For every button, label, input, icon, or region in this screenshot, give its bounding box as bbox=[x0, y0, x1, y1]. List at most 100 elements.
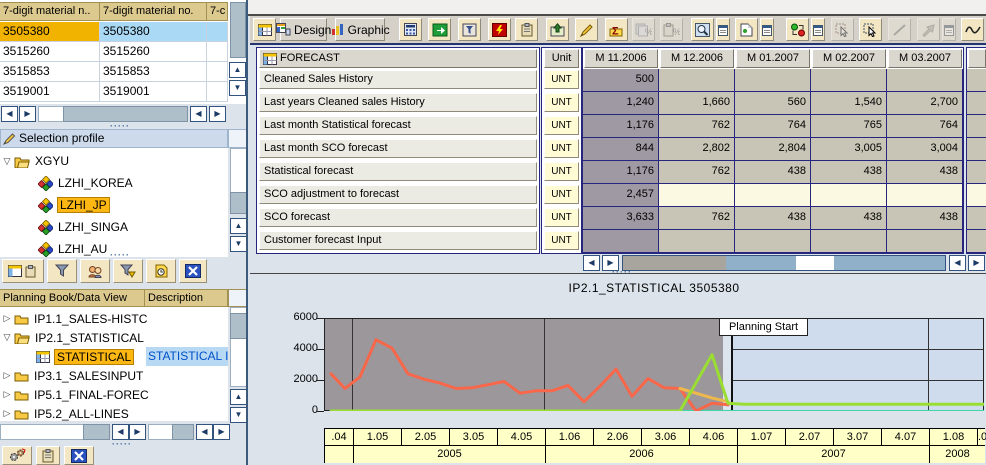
tree-node-selection[interactable]: LZHI_KOREA bbox=[0, 172, 228, 194]
grid-corner-header[interactable]: FORECAST bbox=[259, 49, 537, 68]
zoom-menu-icon[interactable] bbox=[716, 18, 730, 41]
material-vscroll-thumb[interactable] bbox=[230, 2, 246, 58]
grid-month-header[interactable]: M 02.2007 bbox=[812, 49, 886, 68]
grid-row-label[interactable]: Last years Cleaned sales History bbox=[259, 93, 537, 112]
material-cell[interactable] bbox=[207, 82, 228, 102]
grid-month-header[interactable]: M 11.2006 bbox=[584, 49, 658, 68]
grid-unit-cell[interactable]: UNT bbox=[544, 70, 579, 89]
grid-data-cell[interactable] bbox=[887, 230, 963, 253]
scroll-down-icon[interactable]: ▼ bbox=[229, 80, 246, 96]
grid-data-cell[interactable] bbox=[659, 230, 735, 253]
grid-data-cell[interactable] bbox=[967, 138, 986, 161]
grid-month-header[interactable]: M 03.2007 bbox=[888, 49, 962, 68]
grid-data-cell[interactable] bbox=[967, 230, 986, 253]
grid-row-label[interactable]: Cleaned Sales History bbox=[259, 70, 537, 89]
material-cell[interactable]: 3515260 bbox=[100, 42, 207, 62]
grid-data-cell[interactable] bbox=[583, 230, 659, 253]
grid-unit-header[interactable]: Unit bbox=[544, 49, 579, 68]
clipboard-button[interactable] bbox=[36, 446, 60, 465]
grid-unit-cell[interactable]: UNT bbox=[544, 208, 579, 227]
material-cell[interactable]: 3515853 bbox=[0, 62, 100, 82]
chevron-expanded-icon[interactable]: ▽ bbox=[0, 332, 14, 343]
grid-month-header[interactable]: M 12.2006 bbox=[660, 49, 734, 68]
refresh-icon[interactable] bbox=[488, 18, 511, 41]
scroll-right-icon[interactable]: ▶ bbox=[19, 106, 36, 122]
settings-button[interactable] bbox=[2, 446, 32, 465]
grid-data-cell[interactable] bbox=[887, 184, 963, 207]
scroll-down-icon[interactable]: ▼ bbox=[230, 407, 247, 423]
zoom-icon[interactable] bbox=[691, 18, 714, 41]
curve-icon[interactable] bbox=[961, 18, 984, 41]
clipboard-icon[interactable] bbox=[515, 18, 538, 41]
material-cell[interactable]: 3515853 bbox=[100, 62, 207, 82]
grid-data-cell[interactable] bbox=[967, 184, 986, 207]
grid-unit-cell[interactable]: UNT bbox=[544, 116, 579, 135]
grid-data-cell[interactable] bbox=[811, 230, 887, 253]
grid-data-cell[interactable] bbox=[967, 115, 986, 138]
tree-node-book[interactable]: ▷IP3.1_SALESINPUT bbox=[0, 366, 228, 385]
planning-vscroll-thumb[interactable] bbox=[230, 313, 247, 339]
open-icon[interactable] bbox=[253, 18, 276, 41]
chevron-expanded-icon[interactable]: ▽ bbox=[0, 156, 14, 167]
scroll-left-icon[interactable]: ◀ bbox=[196, 424, 213, 440]
select-icon[interactable] bbox=[859, 18, 882, 41]
tree-node-selection[interactable]: LZHI_SINGA bbox=[0, 216, 228, 238]
grid-month-header[interactable]: M 01.2007 bbox=[736, 49, 810, 68]
material-cell[interactable] bbox=[207, 22, 228, 42]
dataview-description-cell[interactable]: STATISTICAL I bbox=[146, 347, 228, 366]
users-button[interactable] bbox=[80, 259, 110, 283]
tree-node-book[interactable]: ▽IP2.1_STATISTICAL bbox=[0, 328, 228, 347]
grid-data-cell[interactable]: 764 bbox=[735, 115, 811, 138]
grid-data-cell[interactable]: 1,240 bbox=[583, 92, 659, 115]
material-hscroll-thumb[interactable] bbox=[63, 106, 188, 122]
export-icon[interactable] bbox=[428, 18, 451, 41]
grid-data-cell[interactable]: 438 bbox=[887, 161, 963, 184]
grid-data-cell[interactable]: 3,004 bbox=[887, 138, 963, 161]
material-column-header[interactable]: 7-digit material n.. bbox=[0, 2, 100, 21]
grid-data-cell[interactable]: 438 bbox=[811, 207, 887, 230]
tree-node-selection[interactable]: LZHI_JP bbox=[0, 194, 228, 216]
tree-node-book[interactable]: ▷IP5.1_FINAL-FOREC bbox=[0, 385, 228, 404]
grid-data-cell[interactable]: 1,660 bbox=[659, 92, 735, 115]
grid-data-cell[interactable]: 2,804 bbox=[735, 138, 811, 161]
chevron-collapsed-icon[interactable]: ▷ bbox=[0, 313, 14, 324]
scroll-right-icon[interactable]: ▶ bbox=[968, 255, 985, 271]
grid-data-cell[interactable]: 1,176 bbox=[583, 115, 659, 138]
grid-row-label[interactable]: SCO forecast bbox=[259, 208, 537, 227]
material-cell[interactable]: 3505380 bbox=[0, 22, 100, 42]
grid-data-cell[interactable] bbox=[735, 230, 811, 253]
planning-hscroll-thumb[interactable] bbox=[83, 424, 110, 440]
grid-unit-cell[interactable]: UNT bbox=[544, 139, 579, 158]
scroll-left-icon[interactable]: ◀ bbox=[1, 106, 18, 122]
document-icon[interactable] bbox=[735, 18, 758, 41]
material-cell[interactable] bbox=[207, 42, 228, 62]
note-icon[interactable] bbox=[575, 18, 598, 41]
scroll-right-icon[interactable]: ▶ bbox=[129, 424, 146, 440]
grid-data-cell[interactable] bbox=[735, 69, 811, 92]
tree-node-book[interactable]: ▷IP1.1_SALES-HISTC bbox=[0, 309, 228, 328]
grid-data-cell[interactable]: 438 bbox=[735, 207, 811, 230]
table-view-button[interactable] bbox=[2, 259, 44, 283]
grid-unit-cell[interactable]: UNT bbox=[544, 185, 579, 204]
grid-hscrollbar[interactable]: ◀▶◀▶ bbox=[583, 255, 986, 271]
grid-data-cell[interactable]: 438 bbox=[735, 161, 811, 184]
calculator-icon[interactable] bbox=[399, 18, 422, 41]
scroll-left-icon[interactable]: ◀ bbox=[190, 106, 207, 122]
toggle-icon[interactable] bbox=[786, 18, 809, 41]
scroll-up-icon[interactable]: ▲ bbox=[230, 389, 247, 405]
grid-data-cell[interactable]: 560 bbox=[735, 92, 811, 115]
material-cell[interactable]: 3515260 bbox=[0, 42, 100, 62]
material-cell[interactable]: 3519001 bbox=[100, 82, 207, 102]
scroll-left-icon[interactable]: ◀ bbox=[112, 424, 129, 440]
description-hscroll-thumb[interactable] bbox=[172, 424, 194, 440]
scroll-left-icon[interactable]: ◀ bbox=[583, 255, 600, 271]
transfer-icon[interactable] bbox=[458, 18, 481, 41]
scroll-up-icon[interactable]: ▲ bbox=[230, 218, 247, 234]
grid-row-label[interactable]: Statistical forecast bbox=[259, 162, 537, 181]
grid-data-cell[interactable] bbox=[967, 161, 986, 184]
grid-data-cell[interactable]: 764 bbox=[887, 115, 963, 138]
planning-book-column-header[interactable]: Planning Book/Data View bbox=[0, 289, 145, 307]
grid-data-cell[interactable] bbox=[967, 207, 986, 230]
tree-node-book[interactable]: ▷IP5.2_ALL-LINES bbox=[0, 404, 228, 421]
panel-divider[interactable] bbox=[246, 0, 248, 465]
